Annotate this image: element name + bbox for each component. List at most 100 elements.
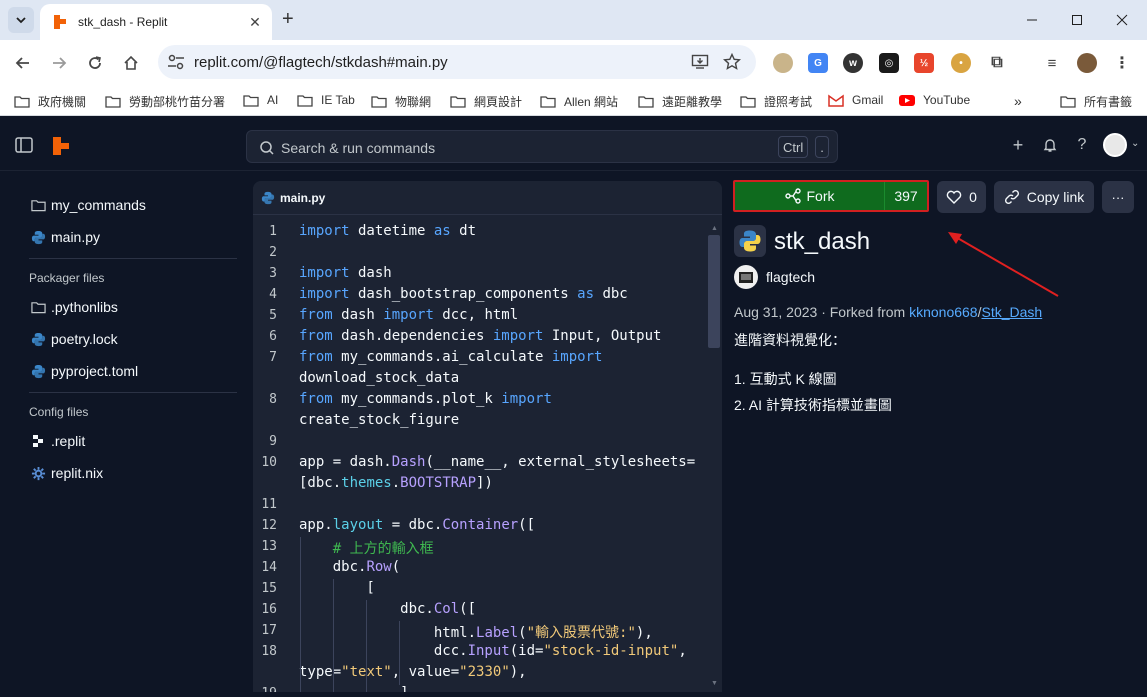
file-item-my-commands[interactable]: my_commands xyxy=(30,194,146,216)
gmail-icon xyxy=(828,94,844,107)
back-icon[interactable] xyxy=(10,50,36,76)
code-line: app = dash.Dash(__name__, external_style… xyxy=(299,454,696,470)
maximize-icon[interactable] xyxy=(1065,8,1089,32)
indent-guide xyxy=(366,600,367,692)
replit-file-icon xyxy=(30,433,46,449)
file-item-replit[interactable]: .replit xyxy=(30,430,85,452)
forked-from-label: · Forked from xyxy=(821,304,906,320)
extension-office-icon[interactable]: ½ xyxy=(914,53,934,73)
owner-avatar[interactable] xyxy=(734,265,758,289)
bookmark-folder[interactable]: 勞動部桃竹苗分署 xyxy=(105,93,225,110)
browser-tab-active[interactable]: stk_dash - Replit ✕ xyxy=(40,4,272,40)
folder-icon xyxy=(30,197,46,213)
file-item-poetry-lock[interactable]: poetry.lock xyxy=(30,328,118,350)
more-bookmarks-icon[interactable]: » xyxy=(1014,93,1022,109)
bookmark-youtube[interactable]: YouTube xyxy=(899,93,970,107)
indent-guide xyxy=(300,537,301,692)
description-line: 2. AI 計算技術指標並畫圖 xyxy=(734,397,892,413)
scroll-down-icon[interactable]: ▼ xyxy=(711,680,718,687)
fork-button[interactable]: Fork 397 xyxy=(733,180,929,212)
site-info-icon[interactable] xyxy=(166,53,186,71)
bookmark-star-icon[interactable] xyxy=(722,52,742,72)
file-tree: my_commands main.py Packager files .pyth… xyxy=(14,182,242,697)
account-chevron-icon[interactable]: ⌄ xyxy=(1131,138,1139,149)
tab-close-icon[interactable]: ✕ xyxy=(246,13,264,31)
folder-icon xyxy=(450,96,466,108)
line-number: 7 xyxy=(269,350,277,365)
editor-scrollbar-thumb[interactable] xyxy=(708,235,720,348)
create-plus-icon[interactable]: + xyxy=(1008,135,1028,155)
bookmark-folder[interactable]: 證照考試 xyxy=(740,93,812,110)
bookmark-folder[interactable]: AI xyxy=(243,93,278,107)
replit-logo-icon[interactable] xyxy=(52,136,70,156)
reload-icon[interactable] xyxy=(82,50,108,76)
bookmark-folder[interactable]: 網頁設計 xyxy=(450,93,522,110)
owner-name[interactable]: flagtech xyxy=(766,269,815,285)
browser-menu-icon[interactable]: ⋮ xyxy=(1112,53,1132,73)
copy-link-label: Copy link xyxy=(1026,189,1085,205)
extension-1-icon[interactable] xyxy=(773,53,793,73)
line-number: 19 xyxy=(253,686,277,692)
profile-avatar[interactable] xyxy=(1077,53,1097,73)
nix-icon xyxy=(30,465,46,481)
tab-title: stk_dash - Replit xyxy=(78,15,168,29)
extension-web-icon[interactable]: w xyxy=(843,53,863,73)
file-item-replit-nix[interactable]: replit.nix xyxy=(30,462,103,484)
replit-favicon-icon xyxy=(54,15,66,29)
home-icon[interactable] xyxy=(118,50,144,76)
extensions-puzzle-icon[interactable]: ⧉ xyxy=(987,53,1007,73)
bookmark-folder[interactable]: 物聯網 xyxy=(371,93,431,110)
bookmark-folder[interactable]: 政府機關 xyxy=(14,93,86,110)
code-line: import datetime as dt xyxy=(299,223,477,239)
notifications-bell-icon[interactable] xyxy=(1040,135,1060,155)
tab-search-button[interactable] xyxy=(8,7,34,33)
browser-tabstrip: stk_dash - Replit ✕ + xyxy=(0,0,1147,40)
bookmark-folder[interactable]: IE Tab xyxy=(297,93,355,107)
forked-user-link[interactable]: kknono668 xyxy=(909,304,978,320)
repl-date: Aug 31, 2023 xyxy=(734,304,818,320)
scroll-up-icon[interactable]: ▲ xyxy=(711,225,718,232)
new-tab-button[interactable]: + xyxy=(282,9,294,29)
replit-header: Search & run commands Ctrl . + ? ⌄ xyxy=(0,121,1147,171)
editor-tab-main-py[interactable]: main.py xyxy=(261,191,325,205)
file-item-main-py[interactable]: main.py xyxy=(30,226,100,248)
help-icon[interactable]: ? xyxy=(1072,135,1092,155)
line-number: 1 xyxy=(269,224,277,239)
line-number: 8 xyxy=(269,392,277,407)
config-files-heading: Config files xyxy=(29,405,89,419)
install-app-icon[interactable] xyxy=(690,52,710,72)
line-number: 13 xyxy=(261,539,277,554)
minimize-icon[interactable] xyxy=(1020,8,1044,32)
copy-link-button[interactable]: Copy link xyxy=(994,181,1094,213)
bookmark-folder-all[interactable]: 所有書籤 xyxy=(1060,93,1132,110)
code-editor[interactable]: main.py 1 import datetime as dt 2 3 impo… xyxy=(253,181,722,692)
code-line: create_stock_figure xyxy=(299,412,460,428)
bookmark-folder[interactable]: Allen 網站 xyxy=(540,93,618,110)
file-item-pythonlibs[interactable]: .pythonlibs xyxy=(30,296,118,318)
code-line: from dash import dcc, html xyxy=(299,307,519,323)
code-line: from my_commands.plot_k import xyxy=(299,391,552,407)
media-control-icon[interactable]: ≡ xyxy=(1042,53,1062,73)
python-icon xyxy=(30,363,46,379)
bookmark-gmail[interactable]: Gmail xyxy=(828,93,883,107)
heart-icon xyxy=(946,190,962,204)
command-search-input[interactable]: Search & run commands Ctrl . xyxy=(246,130,838,163)
forward-icon[interactable] xyxy=(46,50,72,76)
shortcut-ctrl-key: Ctrl xyxy=(778,136,809,158)
extension-color-icon[interactable]: ◎ xyxy=(879,53,899,73)
more-options-button[interactable]: ··· xyxy=(1102,181,1134,213)
close-window-icon[interactable] xyxy=(1110,8,1134,32)
bookmark-folder[interactable]: 遠距離教學 xyxy=(638,93,722,110)
fork-label-area[interactable]: Fork xyxy=(735,182,885,210)
line-number: 15 xyxy=(261,581,277,596)
user-avatar[interactable] xyxy=(1103,133,1127,157)
folder-icon xyxy=(1060,96,1076,108)
google-translate-icon[interactable]: G xyxy=(808,53,828,73)
repl-meta: Aug 31, 2023 · Forked from kknono668/Stk… xyxy=(734,304,1042,320)
forked-repl-link[interactable]: Stk_Dash xyxy=(982,304,1043,320)
cookie-icon[interactable]: • xyxy=(951,53,971,73)
sidebar-toggle-icon[interactable] xyxy=(15,137,33,153)
file-item-pyproject-toml[interactable]: pyproject.toml xyxy=(30,360,138,382)
like-button[interactable]: 0 xyxy=(937,181,986,213)
address-bar[interactable]: replit.com/@flagtech/stkdash#main.py xyxy=(158,45,756,79)
